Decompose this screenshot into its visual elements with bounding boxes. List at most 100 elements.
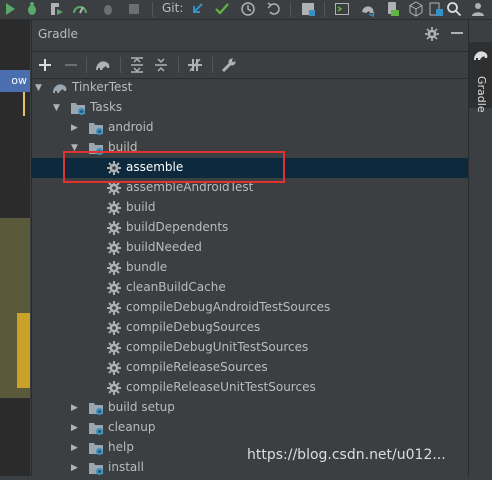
- main-toolbar: Git:: [0, 0, 492, 20]
- stop-icon[interactable]: [126, 1, 142, 17]
- tree-node-android[interactable]: ▶ android: [31, 118, 468, 138]
- watermark: https://blog.csdn.net/u012...: [247, 447, 446, 463]
- panel-toolbar: [32, 51, 469, 79]
- git-update-icon[interactable]: [190, 1, 206, 17]
- run-icon[interactable]: [2, 1, 18, 17]
- profile-icon[interactable]: [72, 1, 88, 17]
- coverage-icon[interactable]: [48, 1, 64, 17]
- gradle-elephant-icon[interactable]: [94, 56, 112, 74]
- chevron-down-icon[interactable]: ▼: [53, 102, 63, 114]
- attach-debugger-icon[interactable]: [100, 1, 116, 17]
- terminal-icon[interactable]: [334, 1, 350, 17]
- gear-icon: [106, 200, 122, 216]
- git-label: Git:: [162, 1, 184, 15]
- gradle-tool-tab-label: Gradle: [475, 76, 488, 113]
- add-icon[interactable]: [36, 56, 54, 74]
- gear-icon: [106, 300, 122, 316]
- search-icon[interactable]: [446, 1, 462, 17]
- tree-node-label: TinkerTest: [72, 80, 133, 94]
- tree-node-label: cleanBuildCache: [126, 280, 226, 294]
- gear-icon: [106, 280, 122, 296]
- task-folder-icon: [70, 100, 86, 116]
- tree-node-label: compileDebugUnitTestSources: [126, 340, 309, 354]
- chevron-right-icon[interactable]: ▶: [71, 402, 81, 414]
- tree-task-item[interactable]: compileDebugUnitTestSources: [31, 338, 468, 358]
- tree-node-label: compileReleaseUnitTestSources: [126, 380, 316, 394]
- tree-task-item[interactable]: bundle: [31, 258, 468, 278]
- gutter-marker: [23, 92, 25, 116]
- tree-node-label: buildNeeded: [126, 240, 202, 254]
- tree-task-item[interactable]: buildDependents: [31, 218, 468, 238]
- gradle-tool-tab[interactable]: Gradle: [469, 42, 492, 113]
- tree-node-label: compileDebugSources: [126, 320, 261, 334]
- toolbar-separator: [178, 57, 179, 73]
- gear-icon: [106, 320, 122, 336]
- editor-tab[interactable]: ow: [0, 70, 30, 92]
- gear-icon: [106, 180, 122, 196]
- history-icon[interactable]: [240, 1, 256, 17]
- tree-task-item[interactable]: build: [31, 198, 468, 218]
- chevron-right-icon[interactable]: ▶: [71, 122, 81, 134]
- tree-task-item[interactable]: compileReleaseUnitTestSources: [31, 378, 468, 398]
- tree-node-root[interactable]: ▼ TinkerTest: [31, 78, 468, 98]
- tree-node-label: build setup: [108, 400, 175, 414]
- tree-task-item[interactable]: compileReleaseSources: [31, 358, 468, 378]
- tree-node-label: build: [108, 140, 138, 154]
- editor-tab-label: ow: [11, 74, 27, 87]
- tree-node-label: build: [126, 200, 156, 214]
- task-folder-icon: [88, 440, 104, 456]
- chevron-down-icon[interactable]: ▼: [35, 82, 45, 94]
- git-commit-icon[interactable]: [214, 1, 230, 17]
- tree-node-label: cleanup: [108, 420, 156, 434]
- gear-icon: [106, 240, 122, 256]
- chevron-right-icon[interactable]: ▶: [71, 442, 81, 454]
- tree-task-item-selected[interactable]: assemble: [31, 158, 468, 178]
- task-folder-icon: [88, 140, 104, 156]
- gear-icon: [106, 360, 122, 376]
- user-icon[interactable]: [470, 1, 486, 17]
- tree-node-label: compileReleaseSources: [126, 360, 268, 374]
- chevron-down-icon[interactable]: ▼: [71, 142, 81, 154]
- tree-task-item[interactable]: compileDebugSources: [31, 318, 468, 338]
- task-folder-icon: [88, 120, 104, 136]
- remove-icon[interactable]: [62, 56, 80, 74]
- debug-icon[interactable]: [24, 1, 40, 17]
- tree-node-cleanup[interactable]: ▶ cleanup: [31, 418, 468, 438]
- tree-task-item[interactable]: assembleAndroidTest: [31, 178, 468, 198]
- right-tool-strip: Gradle: [468, 20, 492, 476]
- tree-task-item[interactable]: cleanBuildCache: [31, 278, 468, 298]
- tree-node-build-setup[interactable]: ▶ build setup: [31, 398, 468, 418]
- tree-node-label: assemble: [126, 160, 184, 174]
- layout-inspector-icon[interactable]: [428, 1, 444, 17]
- gear-icon: [106, 260, 122, 276]
- expand-all-icon[interactable]: [128, 56, 146, 74]
- gear-icon: [106, 340, 122, 356]
- gear-icon[interactable]: [425, 27, 439, 41]
- gradle-elephant-icon: [52, 80, 68, 96]
- chevron-right-icon[interactable]: ▶: [71, 462, 81, 474]
- tree-node-label: compileDebugAndroidTestSources: [126, 300, 331, 314]
- tree-node-tasks[interactable]: ▼ Tasks: [31, 98, 468, 118]
- panel-title: Gradle: [38, 27, 78, 41]
- tree-task-item[interactable]: compileDebugAndroidTestSources: [31, 298, 468, 318]
- gradle-sync-icon[interactable]: [360, 1, 376, 17]
- avd-manager-icon[interactable]: [384, 1, 400, 17]
- project-structure-icon[interactable]: [300, 1, 316, 17]
- chevron-right-icon[interactable]: ▶: [71, 422, 81, 434]
- minimize-icon[interactable]: [451, 32, 463, 36]
- toolbar-separator: [86, 57, 87, 73]
- sdk-manager-icon[interactable]: [408, 1, 424, 17]
- tree-task-item[interactable]: buildNeeded: [31, 238, 468, 258]
- tree-node-label: Tasks: [90, 100, 123, 114]
- tree-node-label: help: [108, 440, 134, 454]
- gear-icon: [106, 380, 122, 396]
- panel-header: Gradle: [32, 20, 469, 50]
- wrench-icon[interactable]: [220, 56, 238, 74]
- toggle-offline-icon[interactable]: [186, 56, 204, 74]
- toolbar-separator: [120, 57, 121, 73]
- tree-node-label: android: [108, 120, 154, 134]
- tree-node-label: buildDependents: [126, 220, 229, 234]
- tree-node-build[interactable]: ▼ build: [31, 138, 468, 158]
- collapse-all-icon[interactable]: [152, 56, 170, 74]
- rollback-icon[interactable]: [266, 1, 282, 17]
